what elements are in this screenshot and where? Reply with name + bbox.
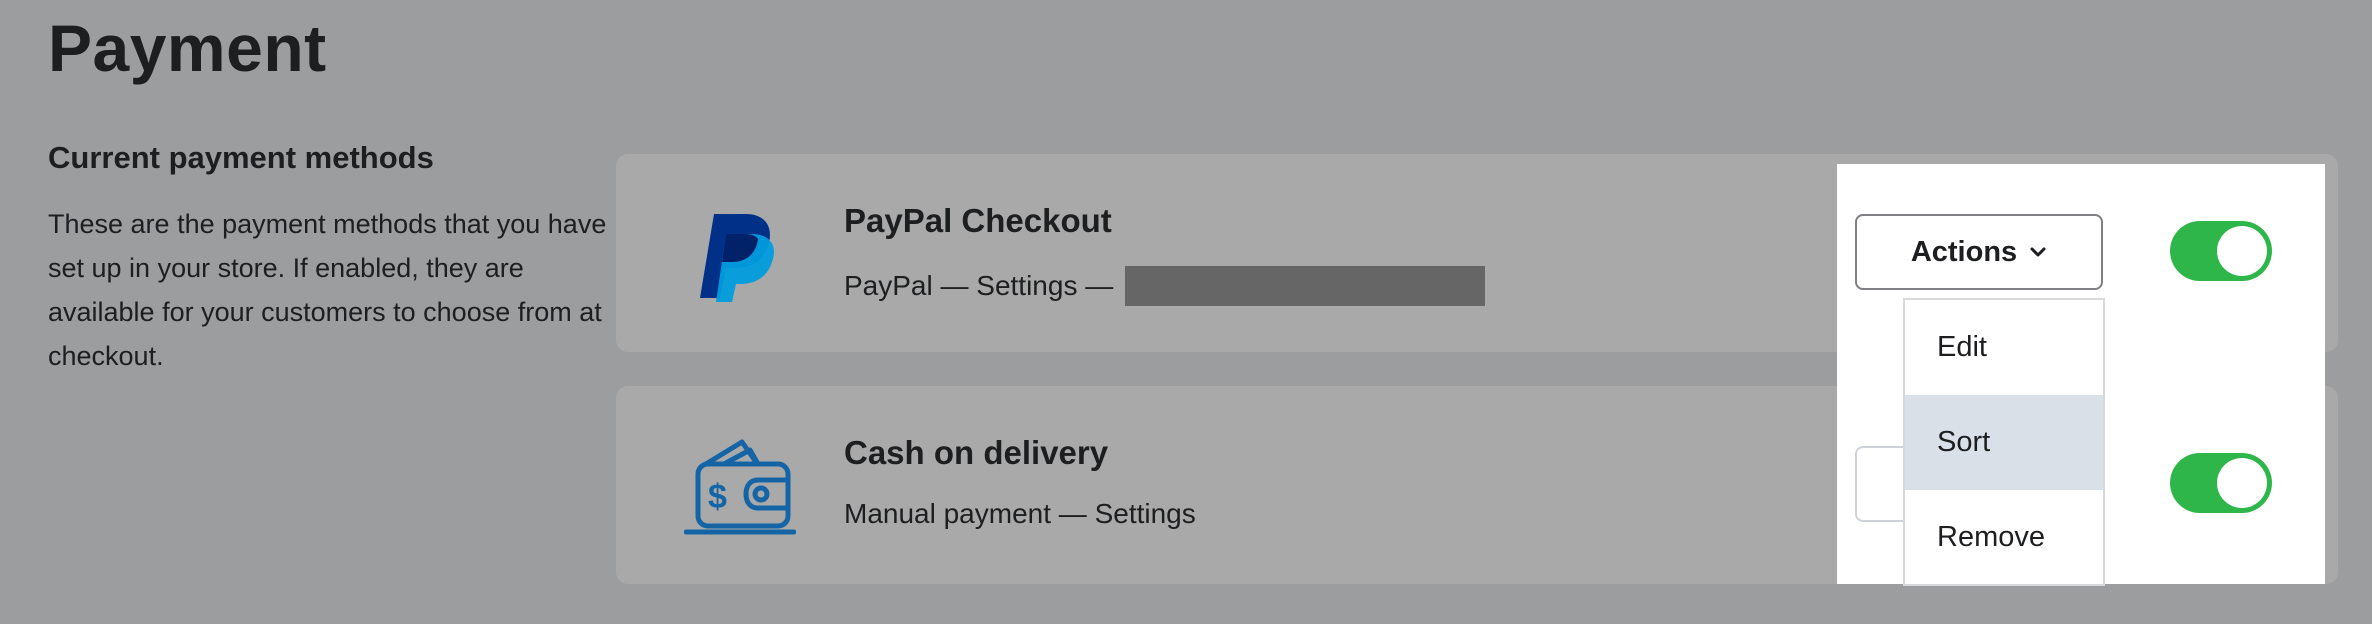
actions-button-label: Actions	[1910, 235, 2018, 268]
enable-toggle-paypal[interactable]	[2170, 221, 2272, 281]
svg-text:$: $	[708, 478, 727, 516]
payment-method-name: Cash on delivery	[844, 434, 1109, 471]
menu-item-sort[interactable]: Sort	[1905, 395, 2103, 490]
section-title: Current payment methods	[48, 140, 434, 175]
payment-method-meta: PayPal — Settings —	[844, 266, 1486, 306]
payment-method-provider: Manual payment	[844, 498, 1052, 529]
payment-method-settings-link[interactable]: Settings	[1095, 498, 1196, 530]
page-title: Payment	[48, 11, 327, 85]
payment-method-settings-link[interactable]: Settings	[976, 270, 1077, 302]
menu-item-edit[interactable]: Edit	[1905, 300, 2103, 395]
meta-separator: —	[1077, 270, 1122, 301]
toggle-knob	[2217, 226, 2267, 276]
section-description: These are the payment methods that you h…	[48, 209, 607, 371]
chevron-down-icon	[2030, 247, 2046, 257]
wallet-icon: $	[683, 436, 797, 540]
actions-dropdown-menu: Edit Sort Remove	[1903, 298, 2105, 586]
payment-method-name: PayPal Checkout	[844, 202, 1112, 239]
menu-item-remove[interactable]: Remove	[1905, 490, 2103, 585]
payment-method-provider: PayPal	[844, 270, 933, 301]
payment-method-meta: Manual payment — Settings	[844, 498, 1196, 530]
enable-toggle-cod[interactable]	[2170, 453, 2272, 513]
paypal-logo-icon	[686, 206, 786, 306]
redacted-field	[1125, 266, 1486, 306]
toggle-knob	[2217, 458, 2267, 508]
meta-separator: —	[932, 270, 977, 301]
meta-separator: —	[1051, 498, 1095, 529]
actions-button[interactable]: Actions	[1855, 214, 2103, 290]
